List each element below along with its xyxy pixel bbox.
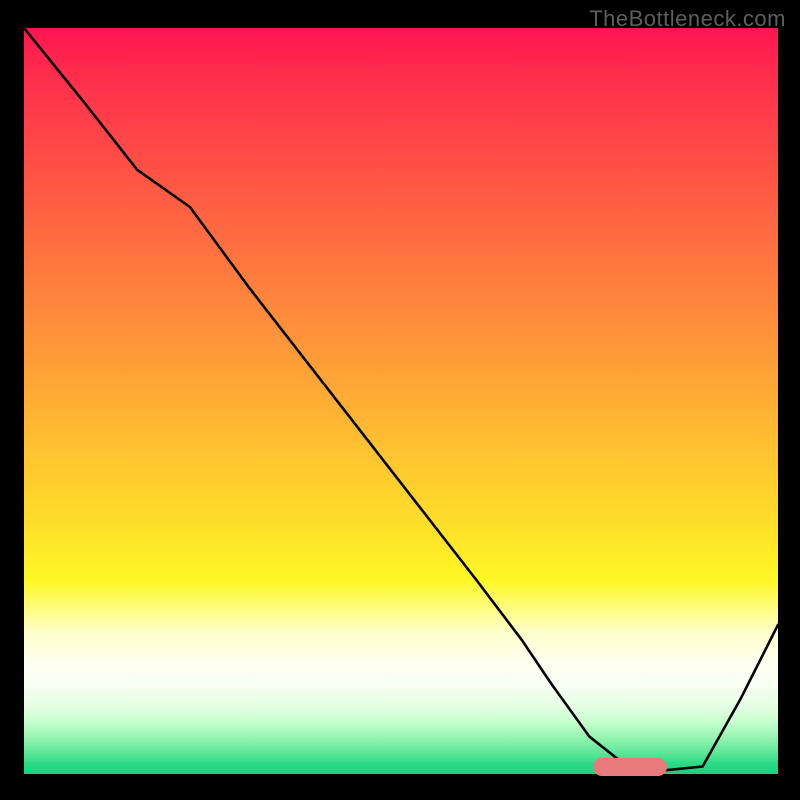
watermark-text: TheBottleneck.com bbox=[589, 6, 786, 32]
plot-area bbox=[24, 28, 778, 774]
curve-layer bbox=[24, 28, 778, 774]
optimal-range-marker bbox=[593, 758, 667, 776]
bottleneck-curve-path bbox=[24, 28, 778, 770]
chart-container: TheBottleneck.com bbox=[0, 0, 800, 800]
